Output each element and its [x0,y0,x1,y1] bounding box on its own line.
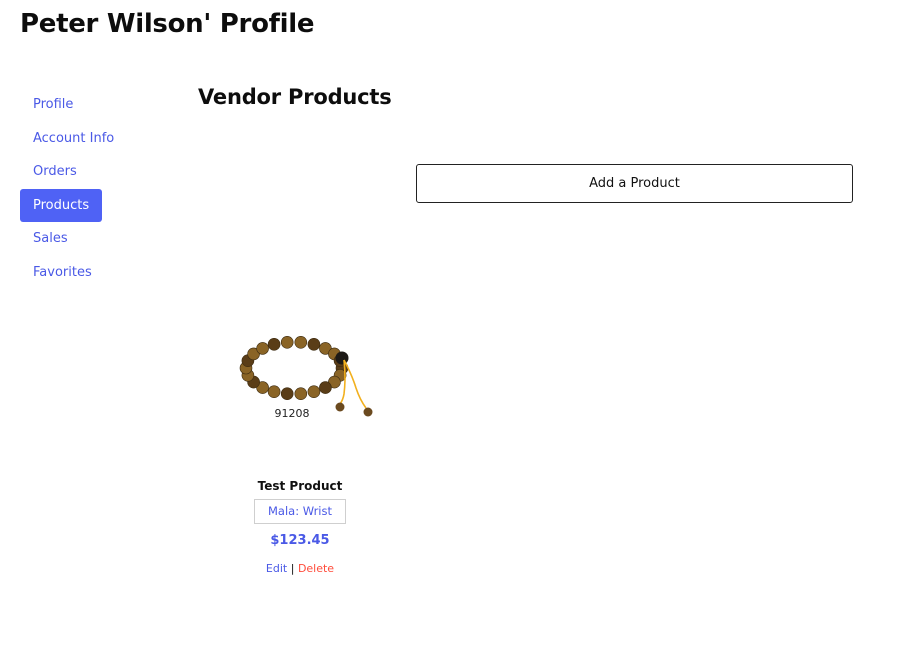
bracelet-bead [256,342,269,355]
guru-bead [335,351,349,365]
sidebar-item-favorites[interactable]: Favorites [20,256,105,289]
page-title: Peter Wilson' Profile [20,9,315,39]
bracelet-bead [294,335,308,349]
edit-product-link[interactable]: Edit [266,562,287,575]
bracelet-bead [280,387,294,400]
bracelet-bead [267,385,281,398]
sidebar-item-account-info[interactable]: Account Info [20,122,127,155]
bracelet-bead [280,335,294,349]
sidebar-item-sales[interactable]: Sales [20,222,81,255]
sidebar-nav: Profile Account Info Orders Products Sal… [20,88,160,289]
bracelet-bead [294,387,308,400]
sidebar-item-profile[interactable]: Profile [20,88,86,121]
bracelet-bead [307,337,321,351]
section-title: Vendor Products [198,85,392,109]
bead-bracelet-image[interactable]: 91208 [232,320,380,430]
add-product-button[interactable]: Add a Product [416,164,853,203]
delete-product-link[interactable]: Delete [298,562,334,575]
bracelet-bead [307,385,321,398]
sidebar-item-orders[interactable]: Orders [20,155,90,188]
product-actions: Edit | Delete [220,562,380,575]
bracelet-bead [267,337,281,351]
product-image-code: 91208 [275,407,310,420]
sidebar-item-products[interactable]: Products [20,188,103,222]
product-price: $123.45 [270,533,330,548]
product-name: Test Product [257,479,343,493]
product-category-tag[interactable]: Mala: Wrist [254,499,346,524]
action-separator: | [290,562,295,575]
bracelet-bead [319,381,332,394]
